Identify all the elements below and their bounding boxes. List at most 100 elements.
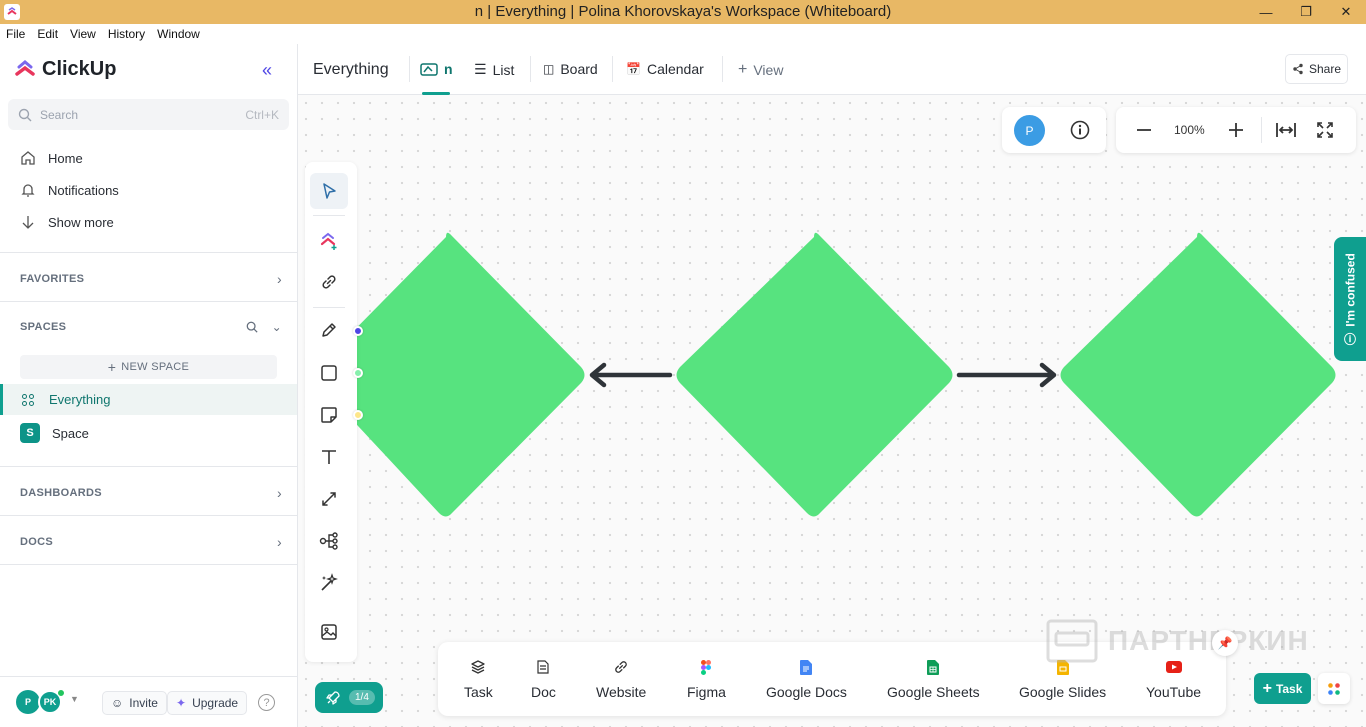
color-swatch-yellow[interactable] bbox=[353, 410, 363, 420]
new-space-button[interactable]: + NEW SPACE bbox=[20, 355, 277, 379]
ai-generate-tool[interactable] bbox=[310, 565, 348, 601]
list-icon: ☰ bbox=[474, 61, 487, 77]
add-view-button[interactable]: + View bbox=[738, 61, 783, 79]
sticky-note-icon bbox=[321, 407, 337, 423]
sidebar-divider bbox=[0, 301, 297, 302]
sidebar-item-home[interactable]: Home bbox=[20, 150, 83, 166]
sidebar-item-notifications[interactable]: Notifications bbox=[20, 182, 119, 198]
image-tool[interactable] bbox=[310, 614, 348, 650]
tab-calendar[interactable]: 📅 Calendar bbox=[626, 61, 704, 77]
select-tool[interactable] bbox=[310, 173, 348, 209]
caret-down-icon[interactable]: ▼ bbox=[70, 694, 79, 704]
menu-window[interactable]: Window bbox=[157, 27, 200, 41]
embed-task[interactable]: Task bbox=[464, 658, 493, 700]
new-space-label: NEW SPACE bbox=[121, 361, 190, 373]
zoom-level[interactable]: 100% bbox=[1174, 123, 1205, 137]
pin-icon[interactable]: 📌 bbox=[1212, 630, 1238, 656]
clickup-logo-icon bbox=[15, 59, 35, 76]
docs-section[interactable]: DOCS › bbox=[20, 534, 282, 550]
fullscreen-icon[interactable] bbox=[1317, 122, 1333, 138]
tab-whiteboard[interactable]: n bbox=[420, 61, 453, 77]
menu-history[interactable]: History bbox=[108, 27, 145, 41]
search-shortcut: Ctrl+K bbox=[245, 107, 279, 122]
search-icon[interactable] bbox=[246, 321, 258, 333]
menu-bar: File Edit View History Window bbox=[0, 24, 1366, 44]
collapse-sidebar-icon[interactable]: « bbox=[262, 60, 272, 81]
watermark: ПАРТНЕРКИН bbox=[1046, 618, 1316, 664]
tab-board[interactable]: ◫ Board bbox=[543, 61, 598, 77]
chevron-right-icon: › bbox=[277, 271, 282, 287]
invite-button[interactable]: ☺ Invite bbox=[102, 691, 167, 715]
diamond-shape[interactable] bbox=[1060, 232, 1336, 517]
menu-file[interactable]: File bbox=[6, 27, 25, 41]
embed-website-label: Website bbox=[596, 684, 647, 700]
diamond-shape[interactable] bbox=[676, 232, 953, 517]
color-swatch-purple[interactable] bbox=[353, 326, 363, 336]
link-icon bbox=[615, 661, 627, 673]
sidebar-footer: P PK ▼ ☺ Invite ✦ Upgrade ? bbox=[0, 676, 297, 727]
header-divider bbox=[409, 56, 410, 82]
spaces-label: SPACES bbox=[20, 321, 67, 333]
home-label: Home bbox=[48, 150, 83, 166]
chevron-right-icon: › bbox=[277, 534, 282, 550]
zoom-out-icon[interactable] bbox=[1136, 122, 1152, 138]
tab-list[interactable]: ☰ List bbox=[474, 61, 514, 78]
zoom-in-icon[interactable] bbox=[1228, 122, 1244, 138]
mind-map-tool[interactable] bbox=[310, 523, 348, 559]
search-placeholder: Search bbox=[40, 107, 79, 122]
arrow-connector[interactable] bbox=[956, 362, 1057, 388]
embed-google-sheets[interactable]: Google Sheets bbox=[887, 658, 980, 700]
info-icon[interactable] bbox=[1070, 120, 1090, 140]
dashboards-label: DASHBOARDS bbox=[20, 487, 102, 499]
color-swatch-green[interactable] bbox=[353, 368, 363, 378]
help-icon[interactable]: ? bbox=[258, 694, 275, 711]
arrow-connector[interactable] bbox=[589, 362, 673, 388]
embed-google-sheets-label: Google Sheets bbox=[887, 684, 980, 700]
maximize-button[interactable]: ❐ bbox=[1286, 0, 1326, 24]
upgrade-button[interactable]: ✦ Upgrade bbox=[167, 691, 248, 715]
magic-sparkle-icon bbox=[321, 573, 338, 591]
embed-google-docs[interactable]: Google Docs bbox=[766, 658, 847, 700]
minimize-button[interactable]: — bbox=[1246, 0, 1286, 24]
share-button[interactable]: Share bbox=[1285, 54, 1348, 84]
dashboards-section[interactable]: DASHBOARDS › bbox=[20, 485, 282, 501]
sticky-note-tool[interactable] bbox=[310, 397, 348, 433]
new-task-button[interactable]: + Task bbox=[1254, 673, 1311, 704]
spaces-section[interactable]: SPACES ⌄ bbox=[20, 320, 282, 334]
close-button[interactable]: ✕ bbox=[1326, 0, 1366, 24]
sidebar-item-show-more[interactable]: Show more bbox=[20, 214, 114, 230]
text-tool[interactable] bbox=[310, 439, 348, 475]
embed-figma[interactable]: Figma bbox=[687, 658, 726, 700]
link-tool[interactable] bbox=[310, 264, 348, 300]
space-badge: S bbox=[20, 423, 40, 443]
search-input[interactable]: Search Ctrl+K bbox=[8, 99, 289, 130]
clickup-logo[interactable]: ClickUp bbox=[14, 58, 116, 81]
chevron-down-icon[interactable]: ⌄ bbox=[272, 320, 282, 334]
im-confused-button[interactable]: ⓘI'm confused bbox=[1334, 237, 1366, 361]
notifications-label: Notifications bbox=[48, 182, 119, 198]
onboarding-checklist-button[interactable]: 1/4 bbox=[315, 682, 383, 713]
connector-tool[interactable] bbox=[310, 481, 348, 517]
menu-edit[interactable]: Edit bbox=[37, 27, 58, 41]
apps-button[interactable] bbox=[1318, 673, 1350, 704]
embed-doc[interactable]: Doc bbox=[531, 658, 556, 700]
embed-website[interactable]: Website bbox=[596, 658, 646, 700]
link-icon bbox=[322, 275, 336, 289]
clickup-object-tool[interactable] bbox=[310, 223, 348, 259]
collaborator-avatar[interactable]: P bbox=[1014, 115, 1045, 146]
user-avatar[interactable]: P bbox=[16, 690, 40, 714]
menu-view[interactable]: View bbox=[70, 27, 96, 41]
shape-tool[interactable] bbox=[310, 355, 348, 391]
text-icon bbox=[322, 450, 336, 464]
sidebar-item-space[interactable]: S Space bbox=[20, 423, 89, 443]
new-task-label: Task bbox=[1275, 681, 1303, 696]
embed-youtube[interactable]: YouTube bbox=[1146, 658, 1201, 700]
favorites-section[interactable]: FAVORITES › bbox=[20, 271, 282, 287]
header-divider bbox=[722, 56, 723, 82]
embed-google-slides[interactable]: Google Slides bbox=[1019, 658, 1106, 700]
embed-youtube-label: YouTube bbox=[1146, 684, 1202, 700]
sidebar-item-everything[interactable]: Everything bbox=[0, 384, 297, 415]
add-view-label: View bbox=[753, 62, 784, 78]
fit-width-icon[interactable] bbox=[1275, 121, 1297, 139]
pen-tool[interactable] bbox=[310, 312, 348, 348]
